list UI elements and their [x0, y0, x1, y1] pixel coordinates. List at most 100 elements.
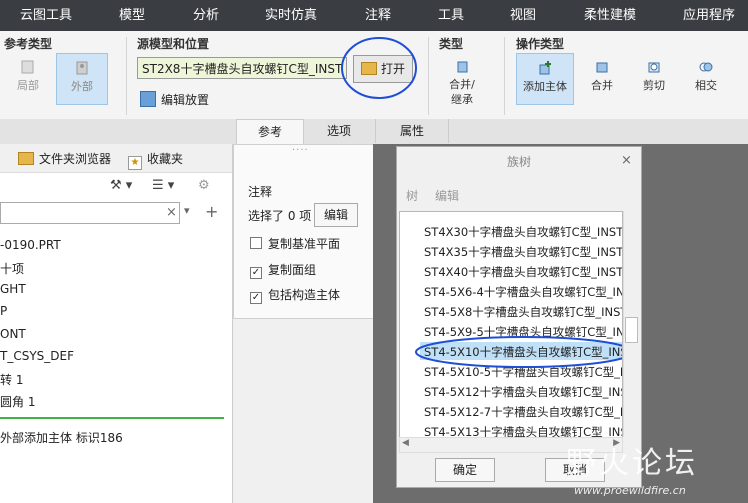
copy-quilts-label: 复制面组	[268, 263, 317, 277]
watermark-logo: 野火论坛	[566, 446, 698, 481]
tree-tools-icon[interactable]: ⚒ ▾	[110, 178, 132, 193]
menu-view[interactable]: 视图	[510, 0, 536, 31]
checkbox-checked-icon: ✓	[250, 267, 262, 279]
tree-item[interactable]: T_CSYS_DEF	[0, 349, 74, 363]
tree-status-item[interactable]: 外部添加主体 标识186	[0, 429, 123, 446]
folder-browser-label: 文件夹浏览器	[39, 152, 112, 166]
open-highlight-circle	[341, 37, 417, 99]
menu-applications[interactable]: 应用程序	[683, 0, 735, 31]
options-panel: ···· 注释 选择了 0 项 编辑 复制基准平面 ✓ 复制面组 ✓ 包括构造主体	[233, 144, 375, 319]
ok-button[interactable]: 确定	[435, 458, 495, 482]
tab-folder-browser[interactable]: 文件夹浏览器	[18, 150, 111, 167]
close-icon[interactable]: ×	[621, 153, 632, 168]
list-item[interactable]: ST4-5X6-4十字槽盘头自攻螺钉C型_INST	[424, 284, 622, 300]
local-button[interactable]: 局部	[4, 53, 52, 103]
folder-icon	[18, 152, 34, 165]
external-button[interactable]: 外部	[56, 53, 108, 105]
merge-inherit-icon	[457, 61, 468, 73]
menu-tree[interactable]: 树	[406, 187, 418, 204]
copy-datum-planes-checkbox[interactable]: 复制基准平面	[250, 235, 340, 252]
list-item[interactable]: ST4X40十字槽盘头自攻螺钉C型_INST	[424, 264, 622, 280]
vertical-scrollbar[interactable]	[623, 211, 638, 437]
add-body-button[interactable]: 添加主体	[516, 53, 574, 105]
tree-item[interactable]: P	[0, 304, 7, 318]
source-label: 源模型和位置	[137, 37, 210, 51]
tree-search-input[interactable]	[0, 202, 180, 224]
list-item[interactable]: ST4-5X8十字槽盘头自攻螺钉C型_INST	[424, 304, 622, 320]
instance-list: ST4X30十字槽盘头自攻螺钉C型_INST ST4X35十字槽盘头自攻螺钉C型…	[399, 211, 623, 439]
copy-datum-planes-label: 复制基准平面	[268, 237, 341, 251]
edit-placement-icon	[140, 91, 156, 107]
source-model-field[interactable]: ST2X8十字槽盘头自攻螺钉C型_INST	[137, 57, 347, 79]
list-item[interactable]: ST4-5X12-7十字槽盘头自攻螺钉C型_INST	[424, 404, 622, 420]
add-icon[interactable]: +	[205, 202, 218, 221]
tree-item[interactable]: 圆角 1	[0, 393, 35, 410]
add-body-icon	[539, 61, 551, 75]
tree-item[interactable]: GHT	[0, 282, 26, 296]
menu-flexible-modeling[interactable]: 柔性建模	[584, 0, 636, 31]
insert-indicator	[0, 417, 224, 419]
family-tree-dialog: 族树 × 树 编辑 ST4X30十字槽盘头自攻螺钉C型_INST ST4X35十…	[396, 146, 642, 488]
cut-label: 剪切	[643, 79, 665, 92]
external-label: 外部	[71, 80, 93, 93]
menu-analysis[interactable]: 分析	[193, 0, 219, 31]
tree-item[interactable]: ONT	[0, 327, 26, 341]
tab-references[interactable]: 参考	[236, 119, 304, 144]
list-item[interactable]: ST4X30十字槽盘头自攻螺钉C型_INST	[424, 224, 622, 240]
edit-placement-label: 编辑放置	[161, 93, 210, 107]
menu-annotate[interactable]: 注释	[365, 0, 391, 31]
type-group-label: 类型	[439, 37, 464, 51]
list-item[interactable]: ST4-5X12十字槽盘头自攻螺钉C型_INST	[424, 384, 622, 400]
list-item[interactable]: ST4X35十字槽盘头自攻螺钉C型_INST	[424, 244, 622, 260]
menu-edit[interactable]: 编辑	[435, 187, 459, 204]
watermark-url: www.proewildfire.cn	[574, 484, 686, 497]
tab-options[interactable]: 选项	[303, 119, 376, 143]
ribbon: 参考类型 局部 外部 源模型和位置 ST2X8十字槽盘头自攻螺钉C型_INST …	[0, 31, 748, 120]
intersect-button[interactable]: 相交	[686, 59, 726, 93]
selected-count: 选择了 0 项	[248, 209, 312, 223]
scroll-thumb[interactable]	[625, 317, 638, 343]
dialog-title: 族树	[506, 155, 531, 169]
include-construction-body-checkbox[interactable]: ✓ 包括构造主体	[250, 286, 340, 304]
favorites-label: 收藏夹	[147, 152, 184, 166]
intersect-icon	[699, 62, 713, 72]
edit-placement-button[interactable]: 编辑放置	[140, 91, 209, 108]
favorites-icon: ★	[128, 156, 142, 170]
edit-button[interactable]: 编辑	[314, 203, 358, 227]
model-tree-panel: 文件夹浏览器 ★ 收藏夹 ⚒ ▾ ☰ ▾ ⚙ × ▾ + -0190.PRT 十项…	[0, 144, 233, 503]
merge-button[interactable]: 合并	[582, 59, 622, 93]
local-ref-icon	[21, 60, 34, 74]
include-construction-body-label: 包括构造主体	[268, 288, 341, 302]
merge-inherit-label: 合并/继承	[449, 78, 475, 106]
menu-bar: 云图工具 模型 分析 实时仿真 注释 工具 视图 柔性建模 应用程序	[0, 0, 748, 31]
tab-properties[interactable]: 属性	[376, 119, 449, 143]
scroll-left-icon[interactable]: ◀	[402, 438, 409, 448]
cut-button[interactable]: 剪切	[634, 59, 674, 93]
menu-model[interactable]: 模型	[119, 0, 145, 31]
tree-item[interactable]: 十项	[0, 260, 24, 277]
checkbox-checked-icon: ✓	[250, 292, 262, 304]
tree-filter-icon[interactable]: ☰ ▾	[152, 178, 174, 193]
menu-cloud-tools[interactable]: 云图工具	[20, 0, 72, 31]
browser-tabs: 文件夹浏览器 ★ 收藏夹	[0, 144, 232, 173]
menu-realtime-sim[interactable]: 实时仿真	[265, 0, 317, 31]
tree-item[interactable]: 转 1	[0, 371, 23, 388]
ref-type-label: 参考类型	[4, 37, 53, 51]
tab-favorites[interactable]: ★ 收藏夹	[128, 150, 183, 170]
merge-icon	[596, 62, 608, 73]
notes-label: 注释	[248, 185, 273, 199]
selection-circle	[415, 336, 622, 368]
clear-search-icon[interactable]: ×	[166, 205, 177, 220]
op-type-label: 操作类型	[516, 37, 565, 51]
intersect-label: 相交	[695, 79, 717, 92]
copy-quilts-checkbox[interactable]: ✓ 复制面组	[250, 261, 316, 279]
merge-label: 合并	[591, 79, 613, 92]
feature-tabs: 参考 选项 属性	[0, 119, 748, 144]
dropdown-icon[interactable]: ▾	[184, 204, 190, 217]
tree-item[interactable]: -0190.PRT	[0, 238, 61, 252]
menu-tools[interactable]: 工具	[438, 0, 464, 31]
external-ref-icon	[76, 61, 88, 75]
merge-inherit-button[interactable]: 合并/继承	[436, 59, 488, 107]
tree-settings-icon[interactable]: ⚙	[198, 178, 210, 193]
panel-grip[interactable]: ····	[292, 145, 309, 156]
